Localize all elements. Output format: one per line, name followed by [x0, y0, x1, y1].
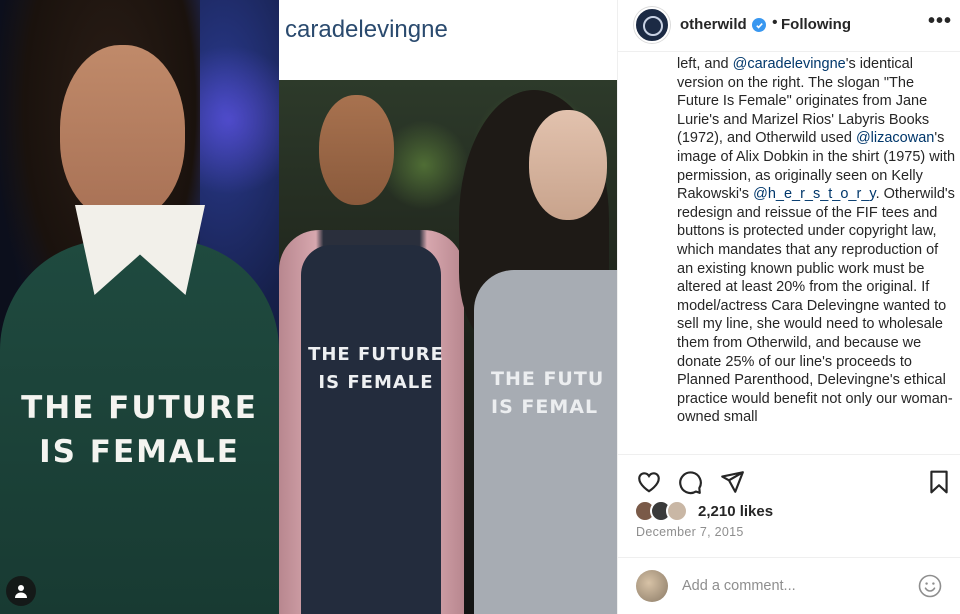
user-tag-icon[interactable] [6, 576, 36, 606]
middle-slogan-line1: THE FUTURE [308, 344, 444, 365]
middle-slogan-line2: IS FEMALE [318, 372, 434, 393]
navy-shirt [301, 245, 441, 614]
post-header: otherwild • Following ••• [618, 0, 960, 52]
share-icon[interactable] [719, 469, 745, 495]
caption-text: . Otherwild's redesign and reissue of th… [677, 186, 955, 426]
middle-woman-face [319, 95, 394, 205]
right-slogan-line2: IS FEMAL [491, 396, 599, 418]
post-caption: left, and @caradelevingne's identical ve… [677, 55, 957, 448]
likes-count[interactable]: 2,210 likes [698, 503, 773, 520]
left-slogan-line2: IS FEMALE [39, 434, 240, 470]
heart-icon[interactable] [636, 469, 662, 495]
bookmark-icon[interactable] [926, 469, 952, 495]
following-button[interactable]: Following [781, 16, 851, 33]
left-slogan-line1: THE FUTURE [21, 390, 258, 426]
action-bar [618, 454, 960, 504]
username-link[interactable]: otherwild [680, 16, 747, 33]
embedded-handle: caradelevingne [285, 16, 448, 43]
left-woman-face [60, 45, 185, 220]
right-woman-face [529, 110, 607, 220]
separator-dot: • [772, 14, 778, 31]
mention-link[interactable]: @caradelevingne [733, 56, 846, 72]
post-date[interactable]: December 7, 2015 [636, 525, 744, 539]
avatar-logo [643, 16, 663, 36]
post-side-panel: otherwild • Following ••• left, and @car… [617, 0, 960, 614]
embedded-ig-header: caradelevingne [279, 0, 617, 80]
right-slogan-line1: THE FUTU [491, 368, 605, 390]
comment-bar [618, 557, 960, 614]
photo-left-panel: THE FUTURE IS FEMALE [0, 0, 279, 614]
comment-icon[interactable] [677, 469, 703, 495]
mention-link[interactable]: @lizacowan [856, 130, 934, 146]
photo-right-panel: caradelevingne THE FUTURE IS FEMALE THE … [279, 0, 617, 614]
post-photo[interactable]: THE FUTURE IS FEMALE caradelevingne THE … [0, 0, 617, 614]
green-sweater [0, 240, 279, 614]
verified-badge-icon [752, 18, 766, 32]
emoji-icon[interactable] [918, 574, 942, 598]
grey-shirt [474, 270, 617, 614]
likes-row[interactable]: 2,210 likes [634, 498, 773, 524]
avatar[interactable] [634, 7, 670, 43]
caption-text: left, and [677, 56, 733, 72]
mention-link[interactable]: @h_e_r_s_t_o_r_y [753, 186, 875, 202]
avatar [636, 570, 668, 602]
more-options-icon[interactable]: ••• [928, 10, 952, 33]
comment-input[interactable] [682, 574, 912, 598]
liker-avatar [666, 500, 688, 522]
